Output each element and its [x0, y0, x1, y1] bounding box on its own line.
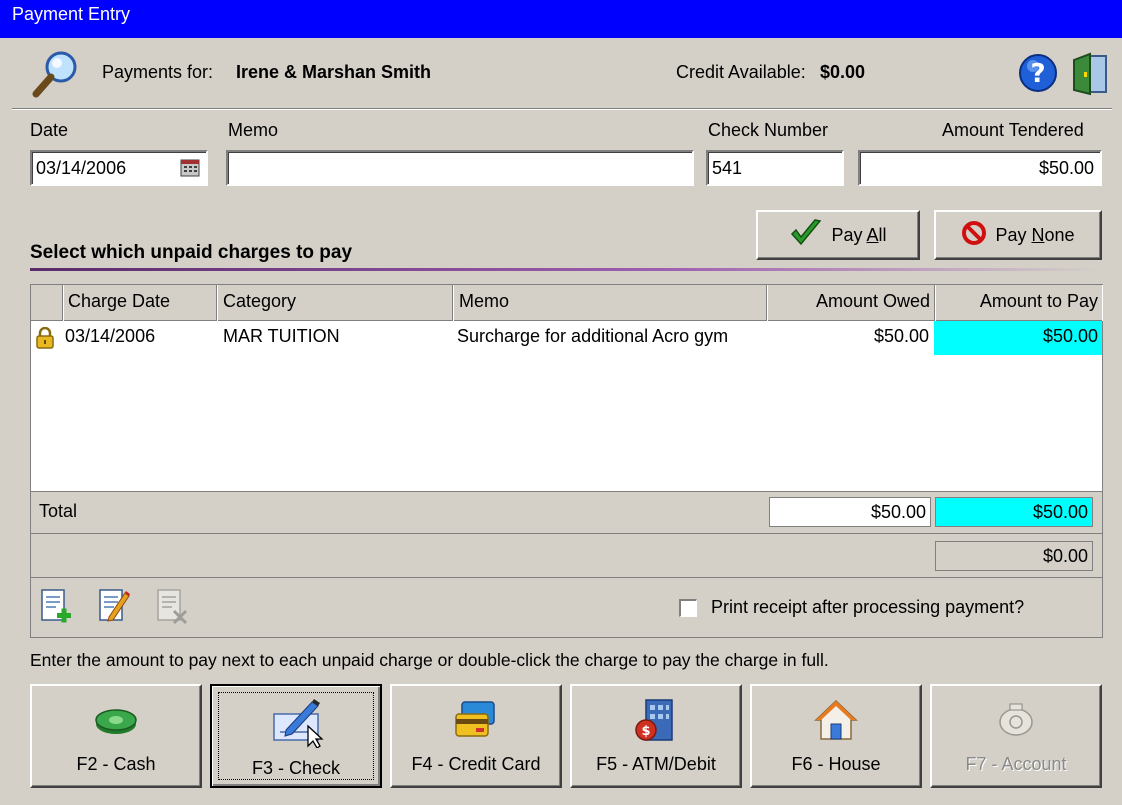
amount-tendered-field[interactable]: $50.00 — [858, 150, 1102, 186]
house-icon — [812, 698, 860, 742]
account-label: F7 - Account — [965, 754, 1067, 774]
header-bar: Payments for: Irene & Marshan Smith Cred… — [12, 40, 1112, 106]
header-divider — [12, 108, 1112, 110]
date-field[interactable]: 03/14/2006 — [30, 150, 208, 186]
table-row[interactable]: 03/14/2006 MAR TUITION Surcharge for add… — [31, 321, 1102, 355]
date-value: 03/14/2006 — [36, 158, 127, 178]
payment-entry-window: Payment Entry Payments for: Irene & Mars… — [0, 0, 1122, 805]
check-icon — [272, 698, 324, 749]
pay-none-label: Pay None — [995, 224, 1075, 245]
check-number-label: Check Number — [708, 120, 829, 140]
credit-card-label: F4 - Credit Card — [411, 754, 541, 774]
totals-separator — [31, 491, 1102, 492]
cash-icon — [92, 698, 140, 742]
delete-charge-icon[interactable] — [155, 587, 189, 627]
memo-label: Memo — [228, 120, 279, 140]
credit-card-button[interactable]: F4 - Credit Card — [390, 684, 562, 788]
grid-header: Charge Date Category Memo Amount Owed Am… — [31, 285, 1102, 321]
date-label: Date — [30, 120, 69, 140]
edit-charge-icon[interactable] — [97, 587, 131, 627]
check-number-value: 541 — [712, 158, 743, 178]
svg-text:?: ? — [1030, 59, 1045, 89]
calendar-icon[interactable] — [180, 159, 200, 177]
help-icon[interactable]: ? — [1017, 52, 1059, 94]
cash-label: F2 - Cash — [76, 754, 156, 774]
svg-text:$: $ — [641, 724, 650, 739]
total-owed-field: $50.00 — [769, 497, 931, 527]
cell-amount-to-pay[interactable]: $50.00 — [934, 321, 1102, 355]
charges-grid[interactable]: Charge Date Category Memo Amount Owed Am… — [30, 284, 1103, 638]
col-memo[interactable]: Memo — [453, 285, 767, 321]
exit-door-icon[interactable] — [1070, 52, 1110, 96]
payments-for-label: Payments for: — [102, 62, 214, 82]
atm-icon: $ — [632, 698, 680, 742]
no-entry-icon — [961, 220, 987, 251]
atm-debit-button[interactable]: $ F5 - ATM/Debit — [570, 684, 742, 788]
total-label: Total — [39, 501, 78, 521]
grid-header-icon-col — [31, 285, 63, 321]
cell-memo: Surcharge for additional Acro gym — [457, 326, 729, 346]
account-button[interactable]: F7 - Account — [930, 684, 1102, 788]
atm-debit-label: F5 - ATM/Debit — [596, 754, 716, 774]
print-receipt-label: Print receipt after processing payment? — [711, 597, 1025, 617]
amount-tendered-label: Amount Tendered — [942, 120, 1084, 140]
col-amount-to-pay[interactable]: Amount to Pay — [935, 285, 1102, 321]
pay-none-button[interactable]: Pay None — [934, 210, 1102, 260]
col-charge-date[interactable]: Charge Date — [63, 285, 217, 321]
check-number-field[interactable]: 541 — [706, 150, 844, 186]
section-title: Select which unpaid charges to pay — [30, 242, 353, 263]
cash-button[interactable]: F2 - Cash — [30, 684, 202, 788]
window-title: Payment Entry — [12, 4, 131, 24]
check-label: F3 - Check — [251, 758, 341, 778]
col-amount-owed[interactable]: Amount Owed — [767, 285, 935, 321]
house-label: F6 - House — [791, 754, 881, 774]
grid-totals: Total $50.00 $50.00 $0.00 Print receipt … — [31, 491, 1102, 637]
total-to-pay-field: $50.00 — [935, 497, 1093, 527]
cell-amount-owed: $50.00 — [873, 326, 929, 346]
credit-available-value: $0.00 — [820, 62, 866, 82]
section-underline — [30, 268, 1102, 271]
pay-all-button[interactable]: Pay All — [756, 210, 920, 260]
credit-available-label: Credit Available: — [676, 62, 806, 82]
toolbar-separator — [31, 577, 1102, 578]
cell-category: MAR TUITION — [223, 326, 340, 346]
lock-icon — [35, 321, 63, 355]
check-button[interactable]: F3 - Check — [210, 684, 382, 788]
checkmark-icon — [789, 218, 823, 253]
search-icon[interactable] — [30, 48, 84, 102]
payments-for-value: Irene & Marshan Smith — [236, 62, 432, 82]
remaining-field: $0.00 — [935, 541, 1093, 571]
memo-field[interactable] — [226, 150, 694, 186]
col-category[interactable]: Category — [217, 285, 453, 321]
amount-tendered-value: $50.00 — [1038, 158, 1094, 178]
piggy-bank-icon — [992, 698, 1040, 742]
house-button[interactable]: F6 - House — [750, 684, 922, 788]
print-receipt-checkbox[interactable] — [679, 599, 697, 617]
remaining-separator — [31, 533, 1102, 534]
window-titlebar[interactable]: Payment Entry — [0, 0, 1122, 38]
credit-card-icon — [452, 698, 500, 742]
pay-all-label: Pay All — [831, 224, 887, 245]
cell-charge-date: 03/14/2006 — [65, 326, 156, 346]
instruction-hint: Enter the amount to pay next to each unp… — [30, 650, 829, 670]
add-charge-icon[interactable] — [39, 587, 73, 627]
